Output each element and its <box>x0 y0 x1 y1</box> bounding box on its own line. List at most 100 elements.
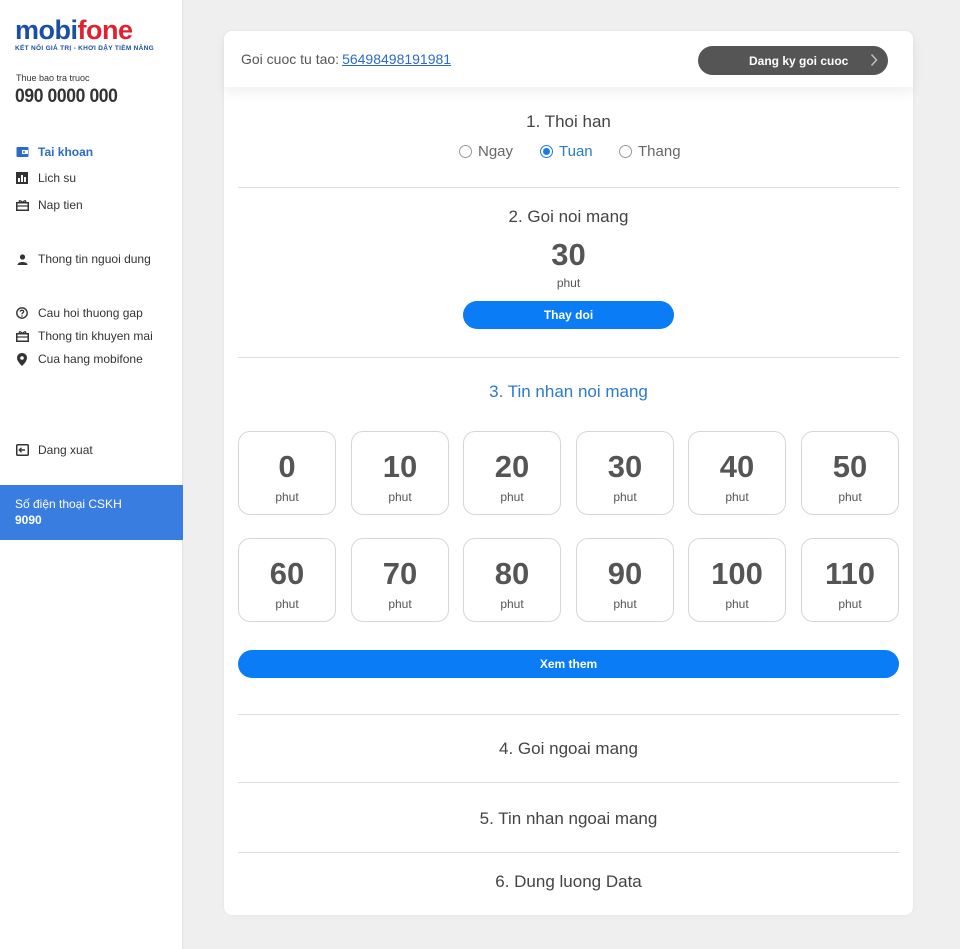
sms-option-unit: phut <box>500 490 524 504</box>
sidebar: mobifone KẾT NỐI GIÁ TRỊ - KHƠI DẬY TIỀM… <box>0 0 183 949</box>
sidebar-item-lich-su[interactable]: Lich su <box>15 169 76 187</box>
sms-option-unit: phut <box>388 490 412 504</box>
sms-option-unit: phut <box>613 597 637 611</box>
divider <box>238 714 899 715</box>
sms-option-tile[interactable]: 10 phut <box>351 431 449 515</box>
logout-icon <box>15 443 29 457</box>
sidebar-item-cau-hoi-thuong-gap[interactable]: Cau hoi thuong gap <box>15 304 143 322</box>
sms-option-value: 0 <box>278 449 296 484</box>
radio-label: Ngay <box>478 143 514 160</box>
gift-icon <box>15 198 29 212</box>
sms-option-value: 10 <box>382 449 418 484</box>
sms-option-unit: phut <box>388 597 412 611</box>
map-pin-icon <box>15 352 29 366</box>
sidebar-item-label: Thong tin nguoi dung <box>38 252 151 266</box>
sms-option-value: 110 <box>824 556 875 591</box>
gift-icon <box>15 329 29 343</box>
divider <box>238 782 899 783</box>
radio-circle <box>459 145 472 158</box>
sidebar-item-label: Nap tien <box>38 198 83 212</box>
divider <box>238 852 899 853</box>
sidebar-item-label: Thong tin khuyen mai <box>38 329 153 343</box>
wallet-icon <box>15 145 29 159</box>
sms-option-tile[interactable]: 90 phut <box>576 538 674 622</box>
sms-option-value: 20 <box>494 449 530 484</box>
cskh-label: Số điện thoại CSKH <box>15 497 122 511</box>
divider <box>238 187 899 188</box>
subscriber-number: 090 0000 000 <box>15 86 118 107</box>
section-title-on-net-sms: 3. Tin nhan noi mang <box>489 382 648 401</box>
sms-option-tile[interactable]: 40 phut <box>688 431 786 515</box>
sidebar-item-dang-xuat[interactable]: Dang xuat <box>15 441 93 459</box>
on-net-call-value: 30 <box>551 237 586 272</box>
sms-option-tile[interactable]: 100 phut <box>688 538 786 622</box>
sms-option-tile[interactable]: 0 phut <box>238 431 336 515</box>
sms-option-unit: phut <box>838 597 862 611</box>
sidebar-item-label: Cau hoi thuong gap <box>38 306 143 320</box>
sms-option-unit: phut <box>725 490 749 504</box>
user-icon <box>15 252 29 266</box>
sms-option-tile[interactable]: 50 phut <box>801 431 899 515</box>
card-header: Goi cuoc tu tao: 56498498191981 Dang ky g… <box>224 31 913 87</box>
sidebar-item-label: Lich su <box>38 171 77 185</box>
section-title-data[interactable]: 6. Dung luong Data <box>224 872 913 892</box>
register-button-label: Dang ky goi cuoc <box>749 53 849 68</box>
logo-wordmark: mobifone <box>15 16 154 44</box>
sms-option-value: 30 <box>607 449 643 484</box>
sms-option-tile[interactable]: 20 phut <box>463 431 561 515</box>
register-package-button[interactable]: Dang ky goi cuoc <box>698 46 888 75</box>
sms-option-value: 70 <box>382 556 418 591</box>
package-code-link[interactable]: 56498498191981 <box>342 51 451 67</box>
sms-option-value: 50 <box>832 449 868 484</box>
bar-chart-icon <box>15 171 29 185</box>
change-button[interactable]: Thay doi <box>463 301 674 329</box>
radio-circle <box>619 145 632 158</box>
sms-option-tile[interactable]: 110 phut <box>801 538 899 622</box>
sidebar-item-thong-tin-khuyen-mai[interactable]: Thong tin khuyen mai <box>15 327 153 345</box>
radio-tuan[interactable]: Tuan <box>540 143 593 160</box>
section-title-off-net-sms[interactable]: 5. Tin nhan ngoai mang <box>224 809 913 829</box>
on-net-call-unit: phut <box>556 276 581 290</box>
radio-label: Thang <box>638 143 681 160</box>
sidebar-item-tai-khoan[interactable]: Tai khoan <box>15 143 93 161</box>
radio-label: Tuan <box>559 143 593 160</box>
sms-option-unit: phut <box>275 597 299 611</box>
sms-option-unit: phut <box>613 490 637 504</box>
radio-ngay[interactable]: Ngay <box>459 143 513 160</box>
section-title-duration: 1. Thoi han <box>526 112 611 131</box>
cskh-number: 9090 <box>15 513 42 527</box>
sms-option-tile[interactable]: 60 phut <box>238 538 336 622</box>
sms-option-value: 100 <box>711 556 763 591</box>
logo-tagline: KẾT NỐI GIÁ TRỊ - KHƠI DẬY TIỀM NĂNG <box>15 45 155 52</box>
sms-option-value: 40 <box>719 449 755 484</box>
logo-text-fone: fone <box>77 15 134 45</box>
logo-text-mobi: mobi <box>15 15 78 45</box>
radio-circle <box>540 145 553 158</box>
sms-option-value: 90 <box>607 556 643 591</box>
sms-option-tile[interactable]: 30 phut <box>576 431 674 515</box>
sidebar-item-thong-tin-nguoi-dung[interactable]: Thong tin nguoi dung <box>15 250 151 268</box>
sms-option-tile[interactable]: 80 phut <box>463 538 561 622</box>
subscriber-label: Thue bao tra truoc <box>16 73 90 83</box>
see-more-button[interactable]: Xem them <box>238 650 899 678</box>
sidebar-item-label: Tai khoan <box>38 145 94 159</box>
section-title-on-net-call: 2. Goi noi mang <box>508 207 629 226</box>
sms-option-unit: phut <box>500 597 524 611</box>
chevron-right-icon <box>870 53 878 70</box>
sidebar-item-label: Cua hang mobifone <box>38 352 143 366</box>
sms-option-unit: phut <box>838 490 862 504</box>
section-title-off-net-call[interactable]: 4. Goi ngoai mang <box>224 739 913 759</box>
help-circle-icon <box>15 306 29 320</box>
cskh-hotline-box[interactable]: Số điện thoại CSKH 9090 <box>0 485 183 540</box>
sms-option-tile[interactable]: 70 phut <box>351 538 449 622</box>
sms-option-unit: phut <box>275 490 299 504</box>
sidebar-item-nap-tien[interactable]: Nap tien <box>15 196 83 214</box>
package-builder-card: Goi cuoc tu tao: 56498498191981 Dang ky g… <box>224 31 913 915</box>
sms-option-value: 60 <box>269 556 305 591</box>
mobifone-logo[interactable]: mobifone KẾT NỐI GIÁ TRỊ - KHƠI DẬY TIỀM… <box>15 16 154 52</box>
package-code-label: Goi cuoc tu tao: <box>241 51 340 67</box>
package-code-row: Goi cuoc tu tao: 56498498191981 <box>241 51 451 67</box>
divider <box>238 357 899 358</box>
sidebar-item-cua-hang-mobifone[interactable]: Cua hang mobifone <box>15 350 143 368</box>
radio-thang[interactable]: Thang <box>619 143 681 160</box>
